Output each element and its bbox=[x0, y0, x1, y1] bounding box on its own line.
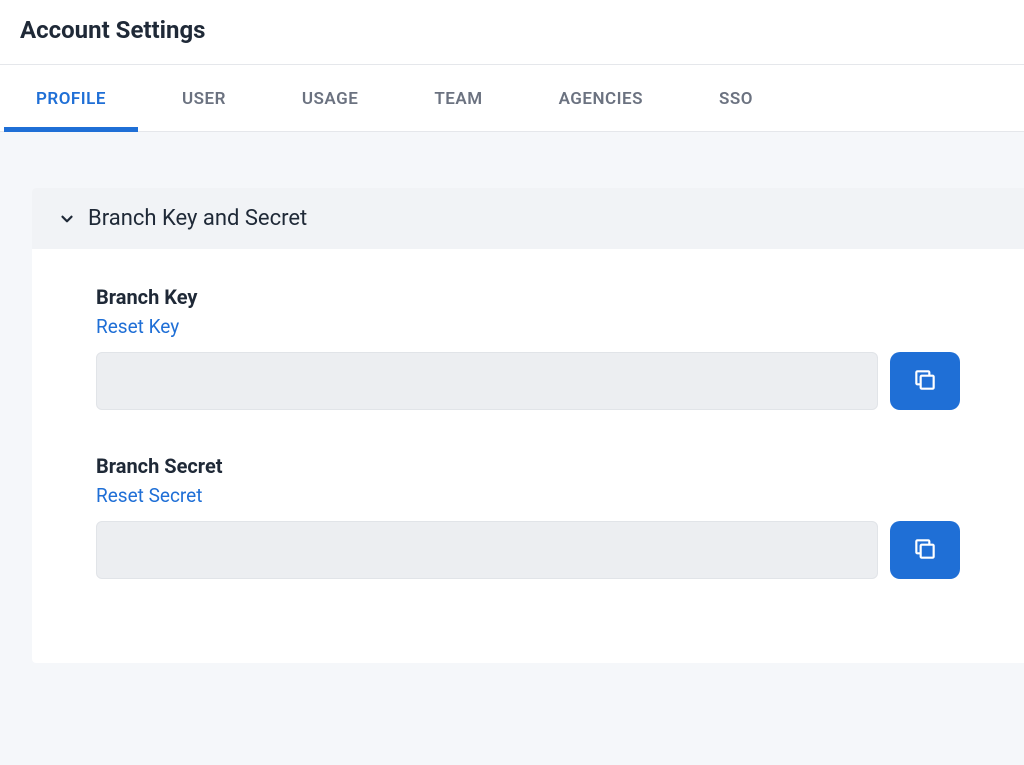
branch-secret-input[interactable] bbox=[96, 521, 878, 579]
branch-key-block: Branch Key Reset Key bbox=[96, 285, 960, 410]
tab-usage[interactable]: USAGE bbox=[298, 65, 362, 131]
chevron-down-icon bbox=[58, 210, 76, 228]
tab-user[interactable]: USER bbox=[178, 65, 230, 131]
section-body: Branch Key Reset Key Branch bbox=[32, 249, 1024, 663]
reset-key-link[interactable]: Reset Key bbox=[96, 315, 179, 338]
branch-secret-block: Branch Secret Reset Secret bbox=[96, 454, 960, 579]
copy-icon bbox=[912, 367, 938, 396]
page-title: Account Settings bbox=[20, 16, 1004, 44]
tab-sso[interactable]: SSO bbox=[715, 65, 757, 131]
tab-profile[interactable]: PROFILE bbox=[32, 65, 110, 131]
section-header[interactable]: Branch Key and Secret bbox=[32, 188, 1024, 249]
copy-icon bbox=[912, 536, 938, 565]
section-title: Branch Key and Secret bbox=[88, 206, 307, 231]
branch-key-input[interactable] bbox=[96, 352, 878, 410]
tab-team[interactable]: TEAM bbox=[430, 65, 486, 131]
branch-secret-label: Branch Secret bbox=[96, 454, 960, 478]
tab-agencies[interactable]: AGENCIES bbox=[555, 65, 647, 131]
copy-branch-secret-button[interactable] bbox=[890, 521, 960, 579]
branch-key-secret-section: Branch Key and Secret Branch Key Reset K… bbox=[32, 188, 1024, 663]
content-area: Branch Key and Secret Branch Key Reset K… bbox=[0, 132, 1024, 765]
reset-secret-link[interactable]: Reset Secret bbox=[96, 484, 202, 507]
branch-key-label: Branch Key bbox=[96, 285, 960, 309]
tabs-container: PROFILE USER USAGE TEAM AGENCIES SSO bbox=[0, 64, 1024, 132]
copy-branch-key-button[interactable] bbox=[890, 352, 960, 410]
